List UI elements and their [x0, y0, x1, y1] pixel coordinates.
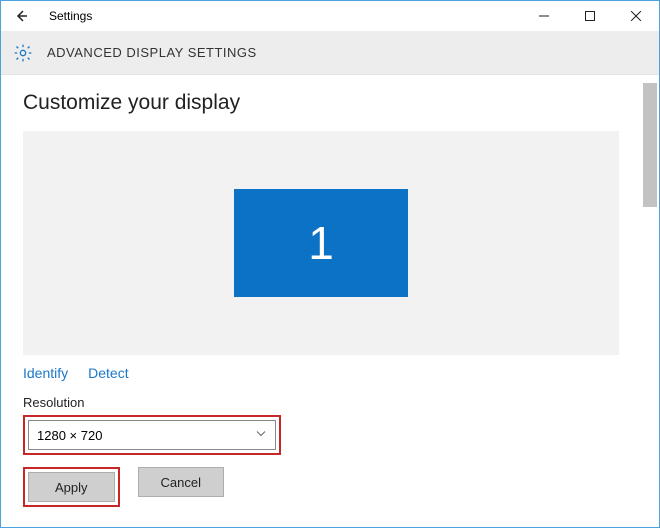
apply-button[interactable]: Apply	[28, 472, 115, 502]
minimize-button[interactable]	[521, 1, 567, 31]
resolution-label: Resolution	[23, 395, 637, 410]
ribbon-title: ADVANCED DISPLAY SETTINGS	[47, 45, 257, 60]
titlebar: Settings	[1, 1, 659, 31]
apply-highlight: Apply	[23, 467, 120, 507]
links-row: Identify Detect	[23, 365, 637, 381]
apply-button-label: Apply	[55, 480, 88, 495]
window-controls	[521, 1, 659, 31]
content-wrap: Customize your display 1 Identify Detect…	[1, 75, 659, 527]
monitor-id-label: 1	[308, 216, 334, 270]
identify-link[interactable]: Identify	[23, 365, 68, 381]
scrollbar-thumb[interactable]	[643, 83, 657, 207]
maximize-button[interactable]	[567, 1, 613, 31]
page-title: Customize your display	[23, 91, 637, 115]
monitor-tile[interactable]: 1	[234, 189, 408, 297]
ribbon: ADVANCED DISPLAY SETTINGS	[1, 31, 659, 75]
maximize-icon	[585, 11, 595, 21]
window-title: Settings	[49, 9, 92, 23]
back-arrow-icon	[13, 8, 29, 24]
back-button[interactable]	[7, 2, 35, 30]
resolution-highlight: 1280 × 720	[23, 415, 281, 455]
gear-icon	[13, 43, 33, 63]
content: Customize your display 1 Identify Detect…	[1, 75, 659, 507]
close-icon	[631, 11, 641, 21]
cancel-button[interactable]: Cancel	[138, 467, 224, 497]
cancel-button-label: Cancel	[161, 475, 201, 490]
resolution-dropdown[interactable]: 1280 × 720	[28, 420, 276, 450]
resolution-value: 1280 × 720	[37, 428, 102, 443]
close-button[interactable]	[613, 1, 659, 31]
chevron-down-icon	[255, 428, 267, 443]
detect-link[interactable]: Detect	[88, 365, 128, 381]
display-preview-area: 1	[23, 131, 619, 355]
minimize-icon	[539, 11, 549, 21]
scrollbar[interactable]	[643, 83, 657, 457]
button-row: Apply Cancel	[23, 467, 637, 507]
